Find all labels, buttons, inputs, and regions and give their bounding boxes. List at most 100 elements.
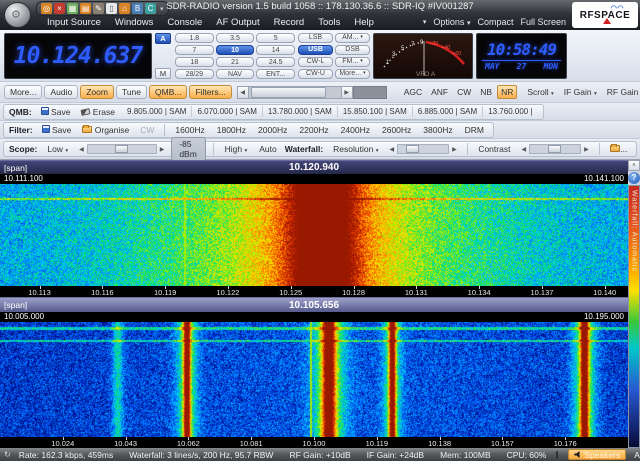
pencil-icon[interactable]: ✎: [93, 3, 104, 14]
menu-item-input-source[interactable]: Input Source: [40, 17, 108, 28]
c-icon[interactable]: C: [145, 3, 156, 14]
band-button-NAV[interactable]: NAV: [216, 69, 255, 79]
waterfall-display-1[interactable]: [0, 184, 628, 286]
memory-button[interactable]: M: [155, 68, 171, 79]
speakers-button[interactable]: Speakers: [568, 449, 626, 460]
band-button-3.5[interactable]: 3.5: [216, 33, 255, 43]
slider-thumb[interactable]: [115, 145, 128, 153]
mode-button-fm[interactable]: FM...▾: [335, 57, 370, 67]
menu-item-record[interactable]: Record: [267, 17, 312, 28]
target-icon[interactable]: ◎: [41, 3, 52, 14]
filter-preset-3800hz[interactable]: 3800Hz: [419, 123, 456, 137]
qmb-memory-button[interactable]: 6.885.000 | SAM: [413, 106, 483, 117]
toolbar-button-more[interactable]: More...: [4, 85, 42, 99]
band-button-5[interactable]: 5: [256, 33, 295, 43]
toolbar-button-filters[interactable]: Filters...: [189, 85, 231, 99]
slider-left-arrow[interactable]: ◀: [76, 146, 87, 153]
fullscreen-button[interactable]: Full Screen: [520, 17, 566, 27]
slider-track[interactable]: [87, 144, 157, 154]
mode-button-more[interactable]: More...▾: [335, 69, 370, 79]
collapse-button[interactable]: ˄: [628, 160, 640, 171]
calendar-icon[interactable]: ▤: [80, 3, 91, 14]
qmb-memory-button[interactable]: 13.780.000 | SAM: [263, 106, 338, 117]
qmb-memory-button[interactable]: 6.070.000 | SAM: [192, 106, 262, 117]
quick-access-overflow-icon[interactable]: ▾: [160, 5, 164, 13]
toolbar-menu-scroll[interactable]: Scroll ▾: [523, 85, 557, 99]
menu-item-console[interactable]: Console: [160, 17, 209, 28]
slider-thumb[interactable]: [406, 145, 419, 153]
b-icon[interactable]: B: [132, 3, 143, 14]
app-menu-button[interactable]: ⚙: [4, 2, 31, 28]
qmb-erase-button[interactable]: Erase: [77, 105, 119, 119]
menu-item-af-output[interactable]: AF Output: [209, 17, 266, 28]
options-menu[interactable]: Options ▾: [433, 17, 470, 27]
waterfall-display-2[interactable]: [0, 322, 628, 437]
mode-button-dsb[interactable]: DSB: [335, 45, 370, 55]
waterfall-options-button[interactable]: ...: [606, 142, 631, 156]
filter-preset-2600hz[interactable]: 2600Hz: [378, 123, 415, 137]
mode-button-cw-u[interactable]: CW-U: [298, 69, 333, 79]
frequency-display[interactable]: 10.124.637: [4, 33, 152, 79]
filter-preset-1600hz[interactable]: 1600Hz: [171, 123, 208, 137]
filter-organise-button[interactable]: Organise: [78, 123, 133, 137]
scrollbar-track[interactable]: [249, 86, 341, 99]
band-button-28-29[interactable]: 28/29: [175, 69, 214, 79]
qmb-save-button[interactable]: Save: [37, 105, 75, 119]
slider-left-arrow[interactable]: ◀: [518, 146, 529, 153]
toolbar-menu-if-gain[interactable]: IF Gain ▾: [560, 85, 601, 99]
dsp-button-agc[interactable]: AGC: [400, 85, 426, 99]
slider-track[interactable]: [397, 144, 449, 154]
band-button-ENT...[interactable]: ENT...: [256, 69, 295, 79]
toolbar-button-tune[interactable]: Tune: [116, 85, 147, 99]
page-icon[interactable]: ▯: [106, 3, 117, 14]
scope-level-value[interactable]: -85 dBm: [171, 137, 206, 161]
scope-high-menu[interactable]: High ▾: [221, 142, 252, 156]
dsp-button-anf[interactable]: ANF: [427, 85, 452, 99]
toolbar-button-zoom[interactable]: Zoom: [80, 85, 114, 99]
filter-preset-2200hz[interactable]: 2200Hz: [295, 123, 332, 137]
band-button-7[interactable]: 7: [175, 45, 214, 55]
filter-preset-1800hz[interactable]: 1800Hz: [213, 123, 250, 137]
slider-track[interactable]: [529, 144, 581, 154]
vfo-a-button[interactable]: A: [155, 33, 171, 44]
scope-low-menu[interactable]: Low ▾: [43, 142, 72, 156]
qmb-memory-button[interactable]: 9.805.000 | SAM: [122, 106, 192, 117]
qmb-memory-button[interactable]: 15.850.100 | SAM: [338, 106, 413, 117]
tools-icon[interactable]: ×: [54, 3, 65, 14]
dsp-button-cw[interactable]: CW: [453, 85, 475, 99]
slider-left-arrow[interactable]: ◀: [386, 146, 397, 153]
filter-save-button[interactable]: Save: [38, 123, 76, 137]
mode-button-cw-l[interactable]: CW-L: [298, 57, 333, 67]
qmb-memory-button[interactable]: 13.760.000 |: [483, 106, 537, 117]
slider-right-arrow[interactable]: ▶: [449, 146, 460, 153]
filter-preset-2000hz[interactable]: 2000Hz: [254, 123, 291, 137]
band-button-14[interactable]: 14: [256, 45, 295, 55]
help-icon[interactable]: ?: [628, 172, 640, 184]
home-icon[interactable]: ⌂: [119, 3, 130, 14]
band-button-1.8[interactable]: 1.8: [175, 33, 214, 43]
filter-preset-2400hz[interactable]: 2400Hz: [337, 123, 374, 137]
scope-auto-button[interactable]: Auto: [255, 142, 281, 156]
filter-preset-drm[interactable]: DRM: [461, 123, 488, 137]
menu-item-windows[interactable]: Windows: [108, 17, 161, 28]
mode-button-usb[interactable]: USB: [298, 45, 333, 55]
slider-right-arrow[interactable]: ▶: [157, 146, 168, 153]
filter-cw-button[interactable]: CW: [136, 123, 158, 137]
toolbar-menu-rf-gain[interactable]: RF Gain ▾: [603, 85, 640, 99]
scrollbar-thumb[interactable]: [251, 87, 326, 98]
band-button-21[interactable]: 21: [216, 57, 255, 67]
mode-button-lsb[interactable]: LSB: [298, 33, 333, 43]
band-button-18[interactable]: 18: [175, 57, 214, 67]
menu-item-help[interactable]: Help: [347, 17, 381, 28]
scroll-left-arrow[interactable]: ◀: [237, 86, 249, 99]
scroll-right-arrow[interactable]: ▶: [341, 86, 353, 99]
waterfall2-header[interactable]: [span] 10.105.656: [0, 297, 628, 312]
waterfall-resolution-menu[interactable]: Resolution ▾: [329, 142, 382, 156]
band-button-10[interactable]: 10: [216, 45, 255, 55]
dsp-button-nb[interactable]: NB: [476, 85, 496, 99]
band-button-24.5[interactable]: 24.5: [256, 57, 295, 67]
waterfall1-header[interactable]: [span] 10.120.940: [0, 160, 628, 174]
mode-button-am[interactable]: AM...▾: [335, 33, 370, 43]
toolbar-overflow-chevron[interactable]: ▾: [423, 18, 427, 26]
compact-button[interactable]: Compact: [477, 17, 513, 27]
